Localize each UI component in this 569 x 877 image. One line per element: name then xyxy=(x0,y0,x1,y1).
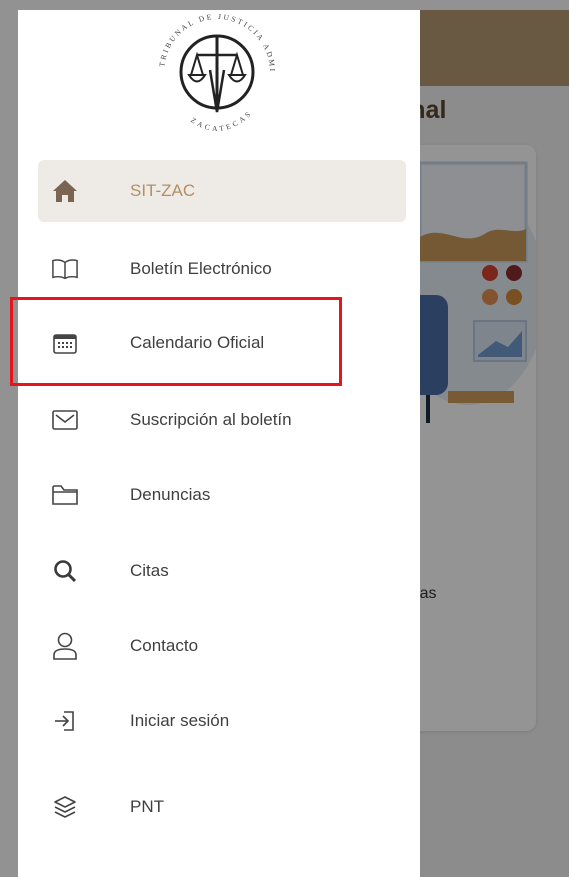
folder-icon xyxy=(52,482,78,508)
menu-item-label: SIT-ZAC xyxy=(130,181,196,200)
menu-item-label: PNT xyxy=(130,797,164,816)
menu-item-denuncias[interactable]: Denuncias xyxy=(38,464,406,526)
svg-text:ZACATECAS: ZACATECAS xyxy=(189,108,254,133)
menu-item-pnt[interactable]: PNT xyxy=(38,776,406,838)
tribunal-logo: TRIBUNAL DE JUSTICIA ADMINISTRATIVA ZACA… xyxy=(150,0,275,133)
mail-icon xyxy=(52,407,78,433)
menu-item-label: Boletín Electrónico xyxy=(130,259,272,278)
book-icon xyxy=(52,256,78,282)
menu-item-iniciar-sesion[interactable]: Iniciar sesión xyxy=(38,690,406,752)
menu-item-suscripcion-boletin[interactable]: Suscripción al boletín xyxy=(38,389,406,451)
menu-item-label: Contacto xyxy=(130,636,199,655)
menu-item-label: Citas xyxy=(130,561,169,580)
navigation-drawer: TRIBUNAL DE JUSTICIA ADMINISTRATIVA ZACA… xyxy=(18,0,420,877)
highlight-annotation xyxy=(10,297,342,386)
layers-icon xyxy=(52,794,78,820)
menu-item-contacto[interactable]: Contacto xyxy=(38,615,406,677)
menu-item-label: Suscripción al boletín xyxy=(130,410,292,429)
menu-item-sit-zac[interactable]: SIT-ZAC xyxy=(38,160,406,222)
menu-item-label: Denuncias xyxy=(130,485,211,504)
user-icon xyxy=(52,632,78,660)
menu-item-citas[interactable]: Citas xyxy=(38,540,406,602)
app-screen: unal del ena petencias n su xyxy=(0,0,569,877)
login-icon xyxy=(52,708,78,734)
home-icon xyxy=(52,178,78,204)
menu-item-boletin-electronico[interactable]: Boletín Electrónico xyxy=(38,238,406,300)
menu-item-label: Iniciar sesión xyxy=(130,711,230,730)
search-icon xyxy=(52,558,78,584)
